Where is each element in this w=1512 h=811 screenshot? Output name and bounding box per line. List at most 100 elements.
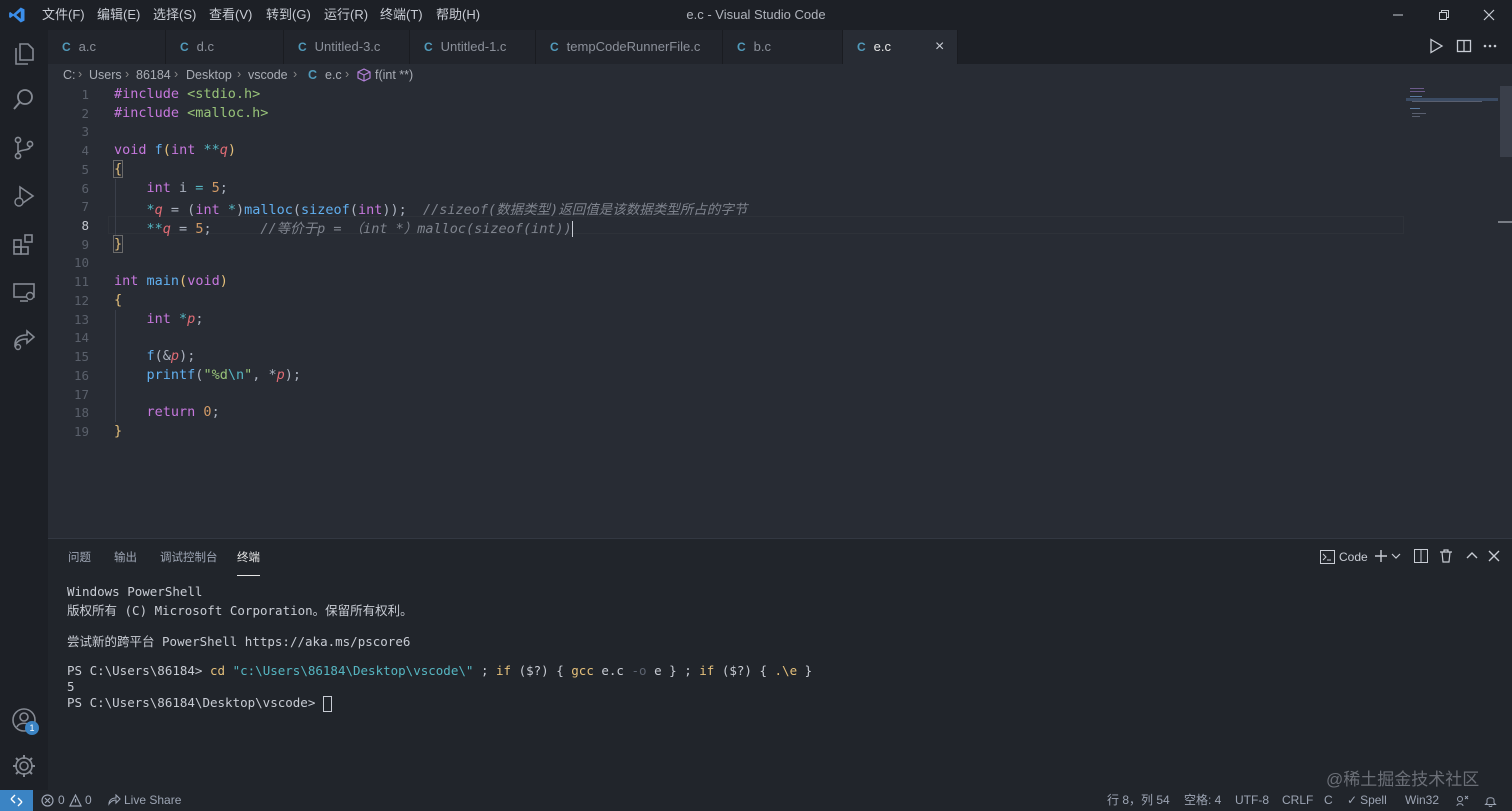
minimize-button[interactable] (1375, 0, 1421, 30)
warning-icon (69, 794, 82, 807)
code-line: { (114, 292, 123, 308)
accounts-button[interactable]: 1 (0, 696, 48, 744)
menu-help[interactable]: 帮助(H) (436, 0, 480, 30)
breadcrumb-users[interactable]: Users (89, 68, 122, 82)
menu-file[interactable]: 文件(F) (42, 0, 85, 30)
line-number: 12 (73, 293, 89, 308)
restore-button[interactable] (1421, 0, 1467, 30)
trash-icon[interactable] (1439, 549, 1453, 563)
breadcrumb-drive[interactable]: C: (63, 68, 76, 82)
tab-a-c[interactable]: Ca.c (48, 30, 166, 64)
search-button[interactable] (0, 76, 48, 124)
search-icon (13, 89, 33, 110)
terminal-line: 版权所有 (C) Microsoft Corporation。保留所有权利。 (67, 603, 413, 618)
close-panel-icon[interactable] (1487, 549, 1501, 563)
chevron-right-icon: › (345, 67, 350, 81)
tab-close-icon[interactable]: × (935, 30, 944, 64)
minimize-icon (1393, 14, 1403, 16)
line-number: 3 (81, 124, 89, 139)
live-share-button[interactable] (0, 316, 48, 364)
line-number: 17 (73, 387, 89, 402)
scrollbar-thumb[interactable] (1500, 86, 1512, 157)
bell-icon[interactable] (1484, 794, 1497, 807)
chevron-down-icon[interactable] (1391, 551, 1401, 561)
tab-problems[interactable]: 问题 (68, 549, 91, 571)
run-debug-button[interactable] (0, 172, 48, 220)
platform[interactable]: Win32 (1405, 790, 1439, 811)
breadcrumb-symbol[interactable]: f(int **) (375, 68, 413, 82)
extensions-button[interactable] (0, 220, 48, 268)
run-code-button[interactable] (1428, 38, 1444, 59)
feedback-icon[interactable] (1456, 794, 1469, 807)
breadcrumb-86184[interactable]: 86184 (136, 68, 171, 82)
terminal-line: PS C:\Users\86184> cd "c:\Users\86184\De… (67, 663, 813, 678)
manage-button[interactable] (0, 742, 48, 790)
menu-run[interactable]: 运行(R) (324, 0, 368, 30)
line-number: 15 (73, 349, 89, 364)
breadcrumb-file[interactable]: e.c (325, 68, 342, 82)
tab-tempcoderunnerfile[interactable]: CtempCodeRunnerFile.c (536, 30, 723, 64)
play-icon (1430, 38, 1444, 54)
c-file-icon: C (550, 40, 559, 54)
tab-label: d.c (196, 39, 215, 54)
line-ending[interactable]: CRLF (1282, 790, 1313, 811)
error-count: 0 (58, 793, 65, 807)
indentation[interactable]: 空格: 4 (1184, 790, 1221, 811)
code-line: } (114, 423, 123, 439)
tab-label: a.c (78, 39, 97, 54)
menu-view[interactable]: 查看(V) (209, 0, 252, 30)
source-control-button[interactable] (0, 124, 48, 172)
tab-e-c[interactable]: Ce.c × (843, 30, 958, 64)
live-share-icon (108, 794, 121, 806)
tab-label: b.c (753, 39, 772, 54)
cursor-position[interactable]: 行 8，列 54 (1107, 790, 1170, 811)
live-share-icon (14, 329, 36, 351)
c-file-icon: C (857, 40, 866, 54)
remote-explorer-button[interactable] (0, 268, 48, 316)
tab-label: Untitled-1.c (440, 39, 507, 54)
line-number: 1 (81, 87, 89, 102)
chevron-right-icon: › (78, 67, 83, 81)
editor-tab-bar: Ca.c Cd.c C Untitled-3.c C Untitled-1.c Ct… (48, 30, 1512, 64)
tab-untitled-3[interactable]: C Untitled-3.c (284, 30, 410, 64)
c-file-icon: C (308, 68, 318, 82)
tab-untitled-1[interactable]: C Untitled-1.c (410, 30, 536, 64)
minimap[interactable] (1406, 86, 1498, 126)
bottom-panel: 问题 输出 调试控制台 终端 Code Windows PowerShell 版… (48, 538, 1512, 790)
tab-debug-console[interactable]: 调试控制台 (160, 549, 218, 571)
code-line: } (112, 235, 124, 253)
line-number: 13 (73, 312, 89, 327)
encoding[interactable]: UTF-8 (1235, 790, 1269, 811)
line-number: 10 (73, 255, 89, 270)
code-editor[interactable]: 1 2 3 4 5 6 7 8 9 10 11 12 13 14 15 16 1… (48, 86, 1512, 538)
status-bar: 0 0 Live Share 行 8，列 54 空格: 4 UTF-8 CRLF… (0, 790, 1512, 811)
breadcrumb: C: › Users › 86184 › Desktop › vscode › … (48, 64, 1512, 86)
close-window-button[interactable] (1466, 0, 1512, 30)
code-line: int *p; (146, 311, 204, 327)
tab-b-c[interactable]: Cb.c (723, 30, 843, 64)
breadcrumb-desktop[interactable]: Desktop (186, 68, 232, 82)
code-line: printf("%d\n", *p); (146, 367, 302, 383)
split-editor-button[interactable] (1456, 38, 1472, 59)
tab-terminal[interactable]: 终端 (237, 549, 260, 576)
editor-scrollbar[interactable] (1498, 86, 1512, 538)
tab-output[interactable]: 输出 (114, 549, 137, 571)
terminal-output[interactable]: Windows PowerShell 版权所有 (C) Microsoft Co… (48, 575, 1512, 789)
remote-indicator-button[interactable] (0, 790, 33, 811)
split-terminal-icon[interactable] (1414, 549, 1428, 563)
check-icon: ✓ (1347, 793, 1358, 807)
more-actions-button[interactable] (1482, 38, 1498, 59)
run-debug-icon (14, 185, 35, 207)
menu-edit[interactable]: 编辑(E) (97, 0, 140, 30)
spell-check-button[interactable]: ✓ Spell (1347, 790, 1387, 811)
menu-terminal[interactable]: 终端(T) (380, 0, 423, 30)
chevron-up-icon[interactable] (1465, 549, 1479, 563)
new-terminal-plus-icon[interactable] (1374, 549, 1388, 563)
menu-selection[interactable]: 选择(S) (153, 0, 196, 30)
language-mode[interactable]: C (1324, 790, 1333, 811)
tab-d-c[interactable]: Cd.c (166, 30, 284, 64)
code-line: #include <stdio.h> (114, 86, 261, 102)
breadcrumb-vscode[interactable]: vscode (248, 68, 288, 82)
explorer-button[interactable] (0, 30, 48, 78)
menu-go[interactable]: 转到(G) (266, 0, 311, 30)
